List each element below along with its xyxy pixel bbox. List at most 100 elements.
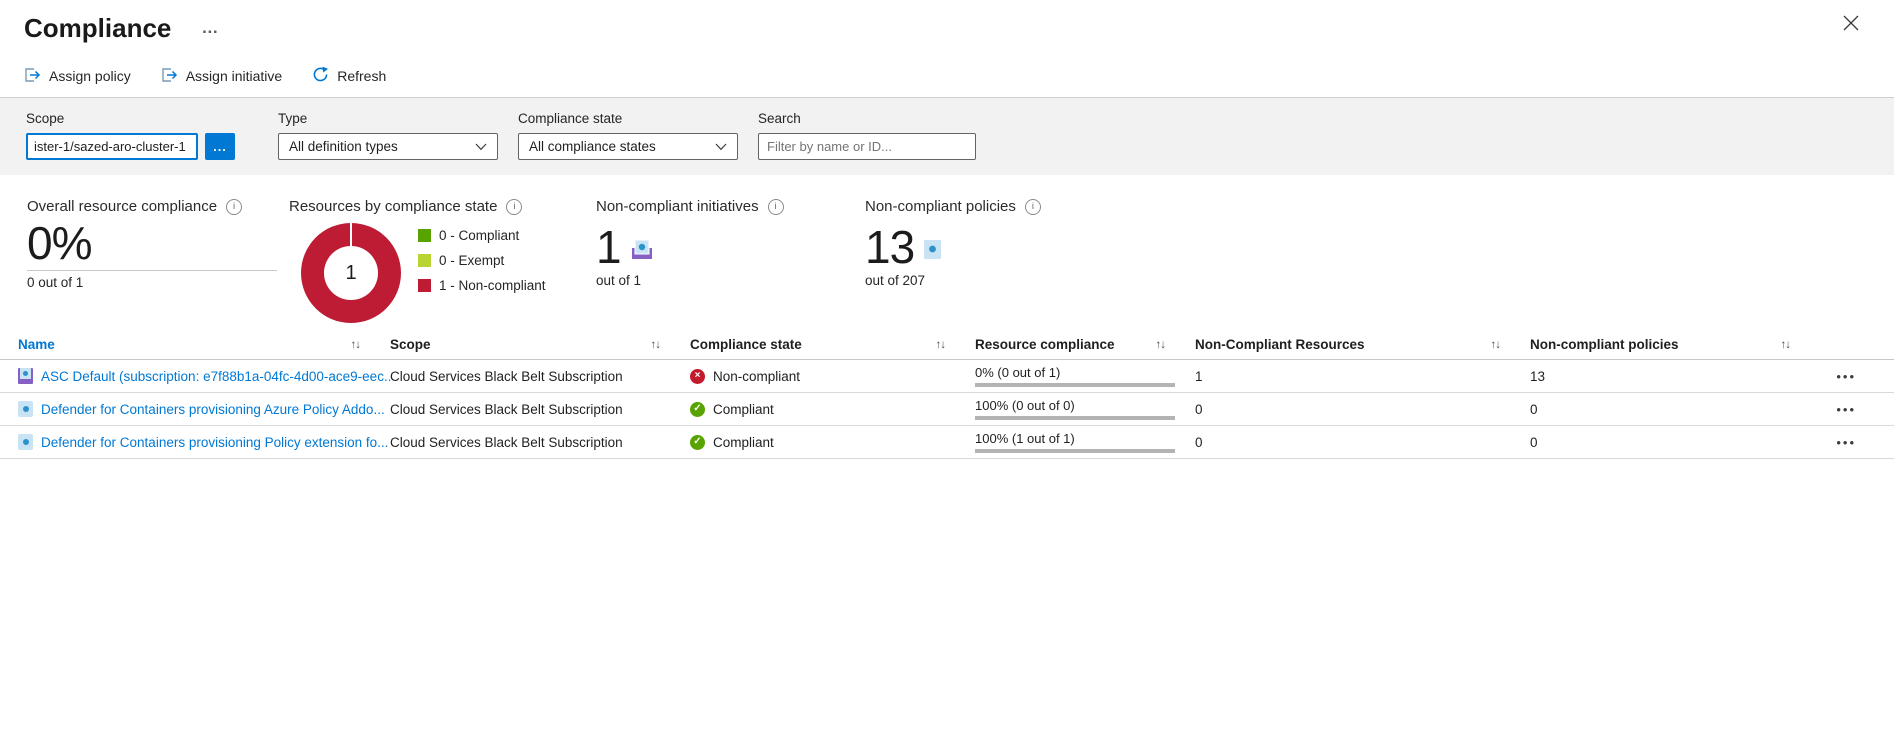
donut-ring: 1 xyxy=(301,223,401,323)
row-context-menu-icon[interactable]: ••• xyxy=(1820,435,1870,450)
card-divider xyxy=(27,270,277,271)
resource-compliance-cell: 100% (0 out of 0) xyxy=(975,398,1195,420)
compliance-progress-bar xyxy=(975,449,1175,453)
scope-browse-button[interactable]: ... xyxy=(205,133,235,160)
compliance-state-label: Compliance state xyxy=(518,111,738,126)
close-icon[interactable] xyxy=(1840,12,1862,34)
sort-icon[interactable]: ↑↓ xyxy=(1491,339,1501,351)
resources-by-state-title: Resources by compliance state xyxy=(289,198,497,215)
assignment-link[interactable]: Defender for Containers provisioning Azu… xyxy=(18,401,390,417)
column-header-scope[interactable]: Scope↑↓ xyxy=(390,337,690,352)
compliance-state-cell: × Non-compliant xyxy=(690,369,975,384)
noncompliant-resources-cell: 0 xyxy=(1195,402,1530,417)
filter-bar: Scope ... Type All definition types Comp… xyxy=(0,98,1894,175)
resource-compliance-cell: 100% (1 out of 1) xyxy=(975,431,1195,453)
resources-by-state-card: Resources by compliance state i 1 0 - Co… xyxy=(289,198,546,323)
compliance-table: Name↑↓ Scope↑↓ Compliance state↑↓ Resour… xyxy=(0,330,1894,459)
policy-icon xyxy=(922,238,943,262)
assign-initiative-button[interactable]: Assign initiative xyxy=(161,67,283,86)
legend-label: 0 - Compliant xyxy=(439,228,519,243)
scope-cell: Cloud Services Black Belt Subscription xyxy=(390,402,690,417)
sort-icon[interactable]: ↑↓ xyxy=(1156,339,1166,351)
policy-icon xyxy=(18,434,33,450)
compliance-state-select[interactable]: All compliance states xyxy=(518,133,738,160)
scope-input[interactable] xyxy=(26,133,198,160)
noncompliant-initiatives-title: Non-compliant initiatives xyxy=(596,198,759,215)
refresh-button[interactable]: Refresh xyxy=(312,66,386,86)
assign-initiative-icon xyxy=(161,67,178,86)
sort-icon[interactable]: ↑↓ xyxy=(651,339,661,351)
compliance-progress-bar xyxy=(975,416,1175,420)
compliance-state-cell: ✓ Compliant xyxy=(690,435,975,450)
chevron-down-icon xyxy=(715,139,727,154)
type-select[interactable]: All definition types xyxy=(278,133,498,160)
column-header-name[interactable]: Name↑↓ xyxy=(18,337,390,352)
noncompliant-resources-cell: 0 xyxy=(1195,435,1530,450)
compliance-state-cell: ✓ Compliant xyxy=(690,402,975,417)
overall-compliance-title: Overall resource compliance xyxy=(27,198,217,215)
sort-icon[interactable]: ↑↓ xyxy=(936,339,946,351)
info-icon[interactable]: i xyxy=(1025,199,1041,215)
refresh-icon xyxy=(312,66,329,86)
column-header-noncompliant-policies[interactable]: Non-compliant policies↑↓ xyxy=(1530,337,1820,352)
row-context-menu-icon[interactable]: ••• xyxy=(1820,369,1870,384)
legend-label: 1 - Non-compliant xyxy=(439,278,546,293)
legend-item-noncompliant: 1 - Non-compliant xyxy=(418,278,546,293)
info-icon[interactable]: i xyxy=(226,199,242,215)
noncompliant-status-icon: × xyxy=(690,369,705,384)
noncompliant-policies-value: 13 xyxy=(865,223,914,271)
info-icon[interactable]: i xyxy=(506,199,522,215)
legend-item-compliant: 0 - Compliant xyxy=(418,228,546,243)
compliance-progress-bar xyxy=(975,383,1175,387)
info-icon[interactable]: i xyxy=(768,199,784,215)
compliance-state-select-value: All compliance states xyxy=(529,139,656,154)
column-header-compliance-state[interactable]: Compliance state↑↓ xyxy=(690,337,975,352)
noncompliant-policies-card: Non-compliant policies i 13 out of 207 xyxy=(865,198,1041,288)
scope-cell: Cloud Services Black Belt Subscription xyxy=(390,369,690,384)
command-bar: Assign policy Assign initiative Refresh xyxy=(24,66,386,86)
title-more-icon[interactable]: … xyxy=(201,25,218,32)
assignment-link[interactable]: ASC Default (subscription: e7f88b1a-04fc… xyxy=(18,368,390,384)
row-context-menu-icon[interactable]: ••• xyxy=(1820,402,1870,417)
noncompliant-policies-cell: 0 xyxy=(1530,435,1820,450)
table-header: Name↑↓ Scope↑↓ Compliance state↑↓ Resour… xyxy=(0,330,1894,360)
sort-icon[interactable]: ↑↓ xyxy=(351,339,361,351)
legend-item-exempt: 0 - Exempt xyxy=(418,253,546,268)
table-row: Defender for Containers provisioning Pol… xyxy=(0,426,1894,459)
type-label: Type xyxy=(278,111,498,126)
column-header-noncompliant-resources[interactable]: Non-Compliant Resources↑↓ xyxy=(1195,337,1530,352)
page-title: Compliance xyxy=(24,15,171,41)
table-row: ASC Default (subscription: e7f88b1a-04fc… xyxy=(0,360,1894,393)
donut-center-value: 1 xyxy=(301,223,401,323)
sort-icon[interactable]: ↑↓ xyxy=(1781,339,1791,351)
assign-policy-label: Assign policy xyxy=(49,68,131,84)
chevron-down-icon xyxy=(475,139,487,154)
noncompliant-policies-cell: 0 xyxy=(1530,402,1820,417)
noncompliant-policies-sub: out of 207 xyxy=(865,273,1041,288)
policy-icon xyxy=(18,401,33,417)
table-row: Defender for Containers provisioning Azu… xyxy=(0,393,1894,426)
overall-compliance-sub: 0 out of 1 xyxy=(27,275,277,290)
scope-label: Scope xyxy=(26,111,235,126)
assignment-link[interactable]: Defender for Containers provisioning Pol… xyxy=(18,434,390,450)
resource-compliance-cell: 0% (0 out of 1) xyxy=(975,365,1195,387)
assign-policy-icon xyxy=(24,67,41,86)
search-label: Search xyxy=(758,111,976,126)
noncompliant-initiatives-sub: out of 1 xyxy=(596,273,784,288)
noncompliant-policies-title: Non-compliant policies xyxy=(865,198,1016,215)
compliant-status-icon: ✓ xyxy=(690,402,705,417)
compliance-blade: Compliance … Assign policy Assign initia… xyxy=(0,0,1894,740)
noncompliant-resources-cell: 1 xyxy=(1195,369,1530,384)
legend-label: 0 - Exempt xyxy=(439,253,504,268)
initiative-icon xyxy=(629,238,655,262)
assign-initiative-label: Assign initiative xyxy=(186,68,283,84)
assign-policy-button[interactable]: Assign policy xyxy=(24,67,131,86)
summary-cards: Overall resource compliance i 0% 0 out o… xyxy=(0,198,1894,332)
title-bar: Compliance … xyxy=(24,10,1870,46)
search-input[interactable] xyxy=(758,133,976,160)
refresh-label: Refresh xyxy=(337,68,386,84)
legend-swatch-exempt xyxy=(418,254,431,267)
column-header-resource-compliance[interactable]: Resource compliance↑↓ xyxy=(975,337,1195,352)
noncompliant-policies-cell: 13 xyxy=(1530,369,1820,384)
legend-swatch-compliant xyxy=(418,229,431,242)
